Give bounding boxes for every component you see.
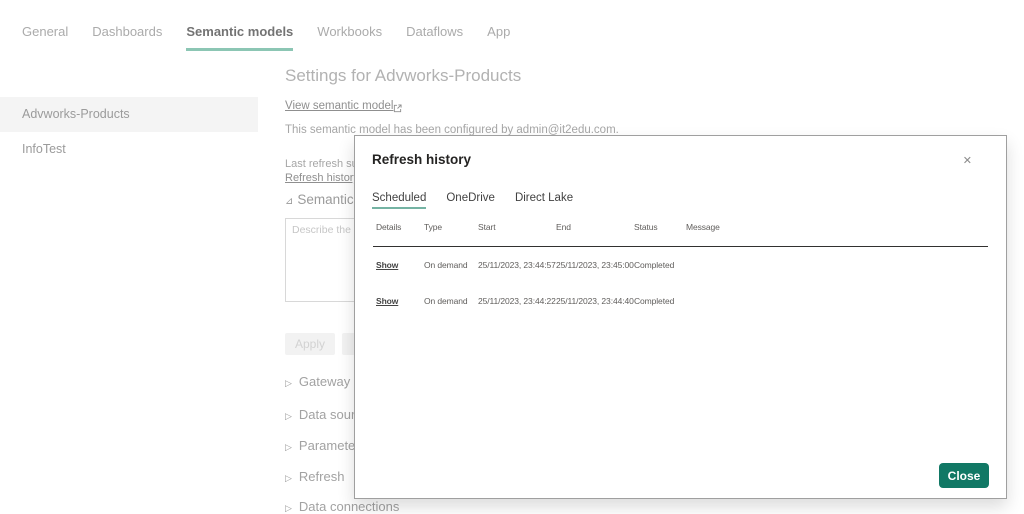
cell-start: 25/11/2023, 23:44:22 xyxy=(478,296,556,306)
col-header-end: End xyxy=(556,222,634,232)
collapsed-triangle-icon: ▷ xyxy=(285,442,292,452)
col-header-type: Type xyxy=(424,222,478,232)
show-details-link[interactable]: Show xyxy=(376,260,398,270)
col-header-status: Status xyxy=(634,222,686,232)
close-button[interactable]: Close xyxy=(939,463,989,488)
col-header-details: Details xyxy=(376,222,424,232)
section-data-connections[interactable]: ▷ Data connections xyxy=(285,499,399,514)
tab-scheduled[interactable]: Scheduled xyxy=(372,192,426,209)
col-header-message: Message xyxy=(686,222,1006,232)
table-header-divider xyxy=(373,246,988,247)
cell-message xyxy=(686,296,1006,306)
cell-start: 25/11/2023, 23:44:57 xyxy=(478,260,556,270)
view-semantic-model-link[interactable]: View semantic model xyxy=(285,100,393,112)
sidebar-item-advworks-products[interactable]: Advworks-Products xyxy=(0,97,258,132)
table-header-row: Details Type Start End Status Message xyxy=(355,222,1006,232)
tab-onedrive[interactable]: OneDrive xyxy=(446,192,495,209)
page-title: Settings for Advworks-Products xyxy=(285,66,521,86)
collapsed-triangle-icon: ▷ xyxy=(285,503,292,513)
model-list-sidebar: Advworks-Products InfoTest xyxy=(0,97,258,167)
tab-workbooks[interactable]: Workbooks xyxy=(317,24,382,51)
show-details-link[interactable]: Show xyxy=(376,296,398,306)
refresh-history-dialog: Refresh history ✕ Scheduled OneDrive Dir… xyxy=(354,135,1007,499)
cell-type: On demand xyxy=(424,296,478,306)
tab-direct-lake[interactable]: Direct Lake xyxy=(515,192,573,209)
expanded-triangle-icon: ⊿ xyxy=(285,196,293,207)
tab-app[interactable]: App xyxy=(487,24,510,51)
cell-type: On demand xyxy=(424,260,478,270)
tab-general[interactable]: General xyxy=(22,24,68,51)
dialog-title: Refresh history xyxy=(372,152,471,167)
apply-button[interactable]: Apply xyxy=(285,333,335,355)
workspace-settings-page: General Dashboards Semantic models Workb… xyxy=(0,0,1024,514)
tab-dataflows[interactable]: Dataflows xyxy=(406,24,463,51)
refresh-history-tab-bar: Scheduled OneDrive Direct Lake xyxy=(372,192,573,209)
collapsed-triangle-icon: ▷ xyxy=(285,473,292,483)
table-row: Show On demand 25/11/2023, 23:44:22 25/1… xyxy=(355,296,1006,306)
section-label: Data connections xyxy=(299,499,399,514)
settings-tab-bar: General Dashboards Semantic models Workb… xyxy=(22,24,510,51)
sidebar-item-infotest[interactable]: InfoTest xyxy=(0,132,258,167)
cell-end: 25/11/2023, 23:44:40 xyxy=(556,296,634,306)
open-in-new-window-icon xyxy=(393,100,402,118)
cell-status: Completed xyxy=(634,260,686,270)
table-row: Show On demand 25/11/2023, 23:44:57 25/1… xyxy=(355,260,1006,270)
section-label: Refresh xyxy=(299,469,345,484)
close-icon[interactable]: ✕ xyxy=(963,156,972,167)
refresh-history-link[interactable]: Refresh history xyxy=(285,172,359,184)
collapsed-triangle-icon: ▷ xyxy=(285,378,292,388)
section-refresh[interactable]: ▷ Refresh xyxy=(285,469,344,484)
cell-end: 25/11/2023, 23:45:00 xyxy=(556,260,634,270)
col-header-start: Start xyxy=(478,222,556,232)
collapsed-triangle-icon: ▷ xyxy=(285,411,292,421)
tab-dashboards[interactable]: Dashboards xyxy=(92,24,162,51)
tab-semantic-models[interactable]: Semantic models xyxy=(186,24,293,51)
cell-status: Completed xyxy=(634,296,686,306)
cell-message xyxy=(686,260,1006,270)
